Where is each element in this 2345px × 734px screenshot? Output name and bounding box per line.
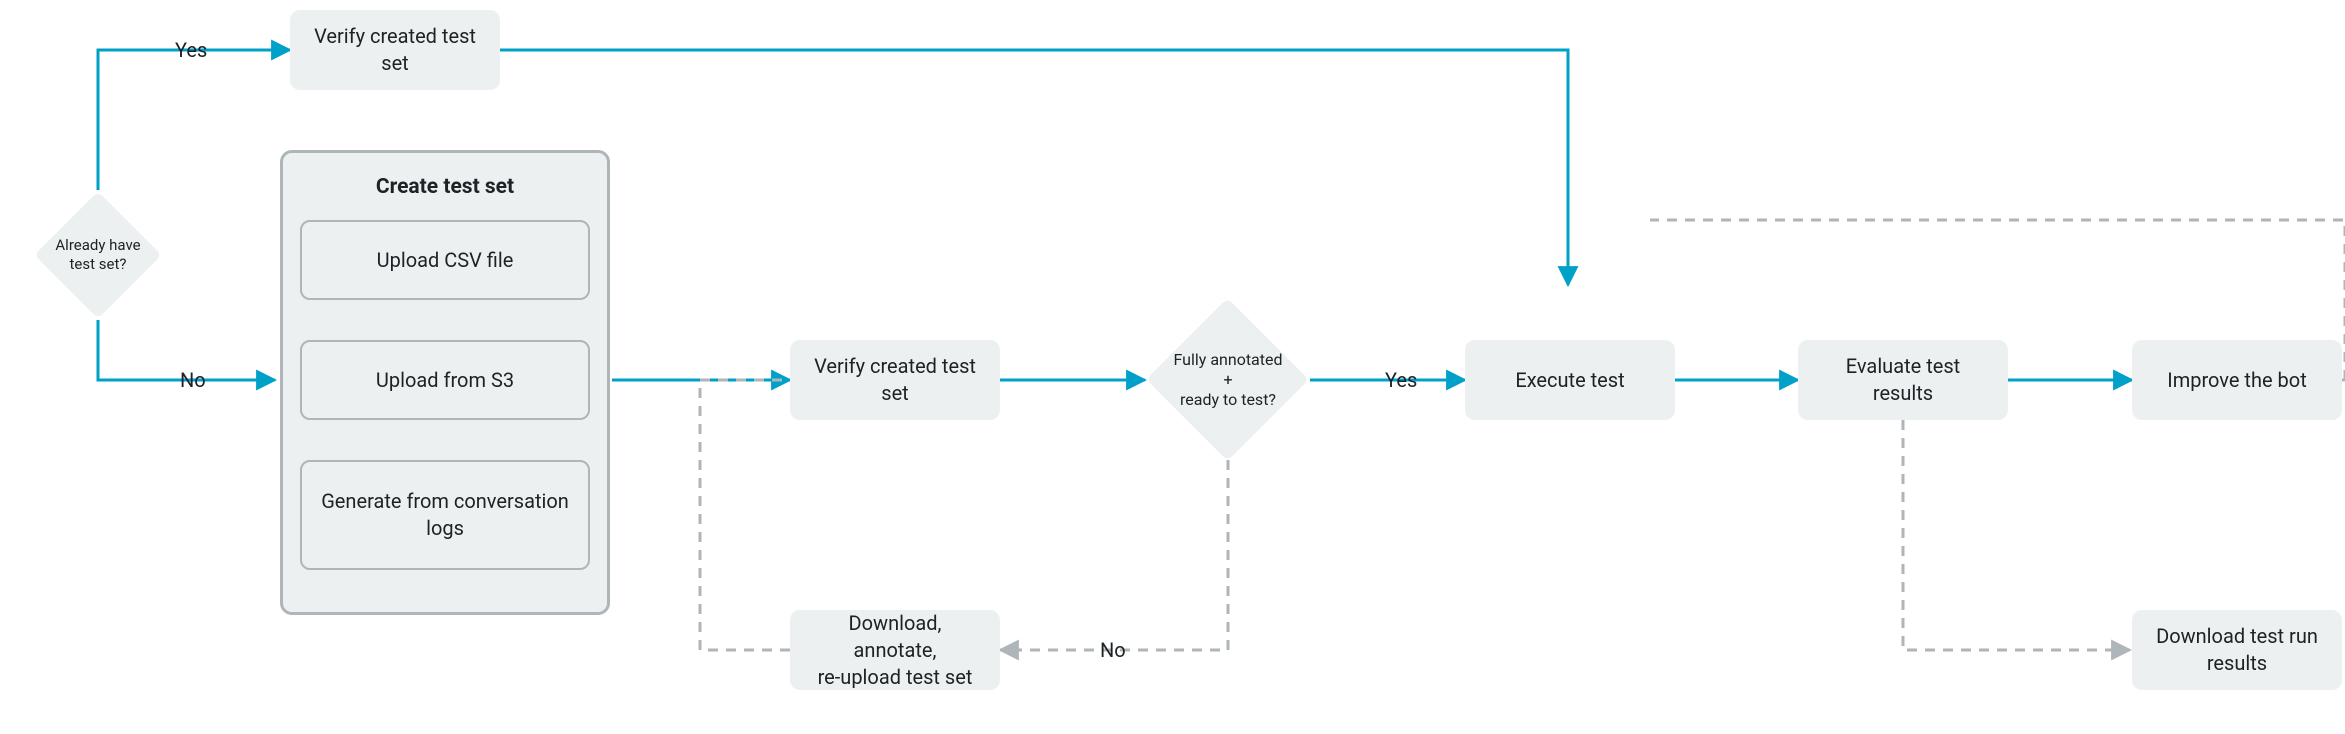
option-upload-csv: Upload CSV file [300,220,590,300]
edge-label-no-2: No [1100,638,1126,662]
node-evaluate-test-results: Evaluate test results [1798,340,2008,420]
option-generate-from-logs: Generate from conversation logs [300,460,590,570]
node-improve-the-bot: Improve the bot [2132,340,2342,420]
decision-fully-annotated [1146,298,1309,461]
node-verify-created-test-set-top: Verify created test set [290,10,500,90]
node-execute-test: Execute test [1465,340,1675,420]
edge-label-yes-2: Yes [1385,368,1417,392]
node-download-annotate-reupload: Download, annotate, re-upload test set [790,610,1000,690]
edge-label-yes-1: Yes [175,38,207,62]
node-download-test-run-results: Download test run results [2132,610,2342,690]
option-upload-s3: Upload from S3 [300,340,590,420]
group-create-test-set-title: Create test set [280,175,610,199]
edge-label-no-1: No [180,368,206,392]
decision-already-have-test-set [34,191,161,318]
node-verify-created-test-set-mid: Verify created test set [790,340,1000,420]
